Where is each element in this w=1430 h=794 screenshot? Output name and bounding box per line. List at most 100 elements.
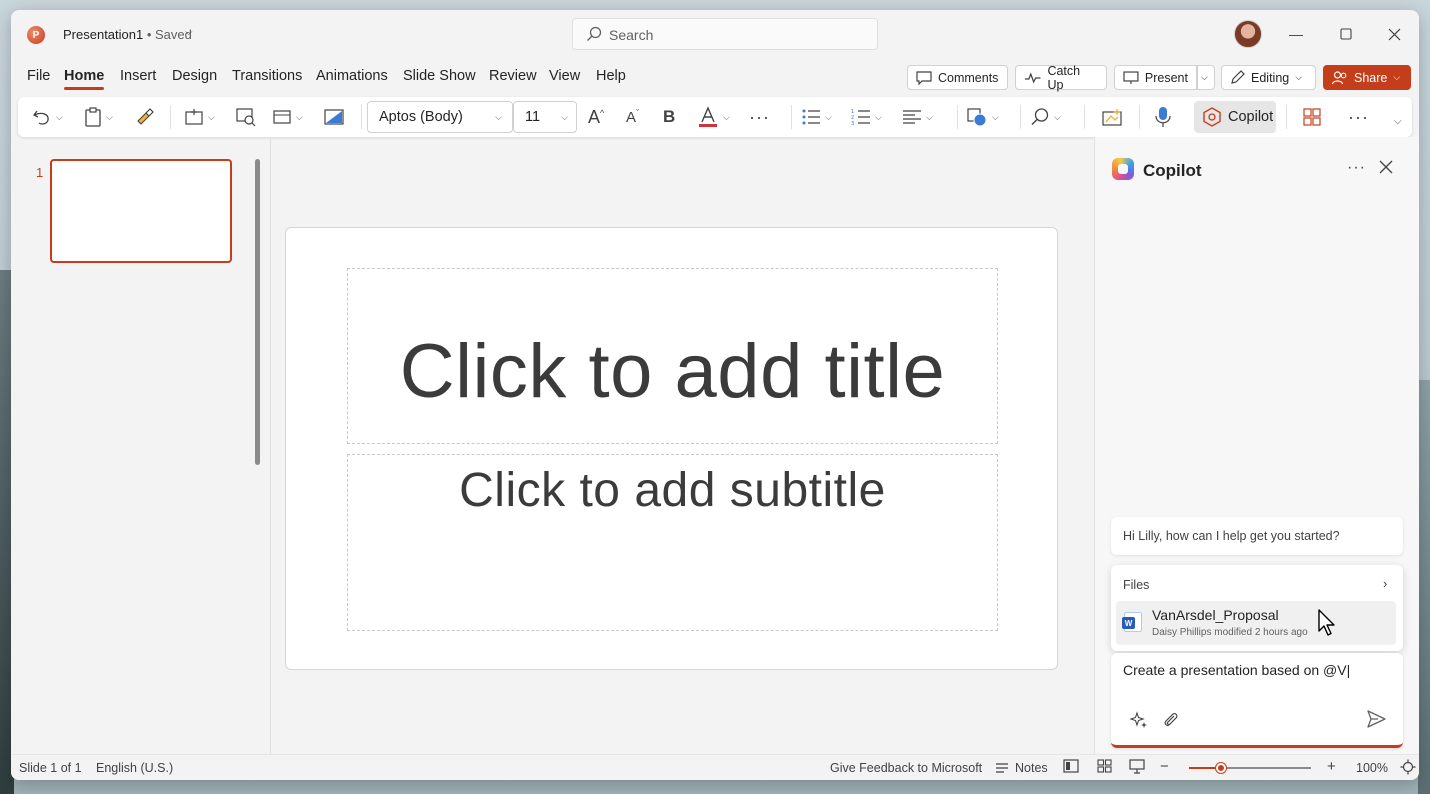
zoom-level[interactable]: 100% bbox=[1356, 761, 1388, 775]
notes-button[interactable]: Notes bbox=[995, 761, 1048, 775]
zoom-slider-thumb[interactable] bbox=[1216, 763, 1226, 773]
catch-up-label: Catch Up bbox=[1047, 63, 1081, 92]
title-placeholder-text: Click to add title bbox=[399, 328, 946, 414]
chevron-down-icon: ⌵ bbox=[296, 111, 303, 122]
editing-mode-button[interactable]: Editing ⌵ bbox=[1221, 65, 1316, 90]
background-button[interactable] bbox=[323, 105, 345, 129]
shapes-icon bbox=[967, 108, 987, 127]
editing-label: Editing bbox=[1251, 70, 1290, 85]
collapse-ribbon-button[interactable]: ⌵ bbox=[1394, 109, 1402, 133]
undo-button[interactable]: ⌵ bbox=[32, 105, 63, 129]
align-button[interactable]: ⌵ bbox=[902, 105, 933, 129]
catch-up-button[interactable]: Catch Up bbox=[1015, 63, 1107, 92]
tab-file[interactable]: File bbox=[27, 68, 50, 84]
tab-help[interactable]: Help bbox=[596, 68, 626, 84]
dictate-button[interactable] bbox=[1155, 105, 1171, 129]
copilot-prompt-text: Create a presentation based on @V bbox=[1123, 662, 1350, 678]
shapes-button[interactable]: ⌵ bbox=[966, 105, 999, 129]
tab-animations[interactable]: Animations bbox=[316, 68, 388, 84]
send-button[interactable] bbox=[1366, 710, 1386, 733]
tab-transitions[interactable]: Transitions bbox=[232, 68, 302, 84]
pane-divider bbox=[270, 137, 271, 754]
font-size-select[interactable]: 11 ⌵ bbox=[513, 101, 577, 133]
minimize-button[interactable]: — bbox=[1284, 22, 1308, 46]
chevron-down-icon[interactable]: ⌵ bbox=[185, 27, 193, 38]
clipboard-icon bbox=[85, 107, 101, 127]
share-label: Share bbox=[1354, 70, 1388, 85]
increase-font-size-button[interactable]: A^ bbox=[588, 105, 604, 129]
align-left-icon bbox=[903, 110, 921, 124]
reading-view-button[interactable] bbox=[1129, 759, 1145, 777]
close-window-button[interactable] bbox=[1382, 22, 1406, 46]
maximize-button[interactable] bbox=[1334, 22, 1358, 46]
copilot-header: Copilot ··· bbox=[1095, 137, 1419, 197]
sparkle-icon bbox=[1129, 711, 1147, 728]
attach-button[interactable] bbox=[1163, 711, 1179, 734]
more-commands-button[interactable]: ··· bbox=[1348, 105, 1369, 129]
pencil-icon bbox=[1231, 70, 1245, 84]
font-size-value: 11 bbox=[525, 109, 541, 125]
microphone-icon bbox=[1155, 107, 1171, 127]
bold-button[interactable]: B bbox=[663, 105, 675, 129]
numbering-button[interactable]: 123 ⌵ bbox=[851, 105, 882, 129]
tab-design[interactable]: Design bbox=[172, 68, 217, 84]
search-input[interactable]: Search bbox=[572, 18, 878, 50]
files-section-label: Files bbox=[1123, 578, 1150, 592]
file-suggestion-item[interactable]: VanArsdel_Proposal Daisy Phillips modifi… bbox=[1116, 601, 1396, 645]
tab-review[interactable]: Review bbox=[489, 68, 537, 84]
chevron-right-icon[interactable]: › bbox=[1383, 576, 1387, 591]
slide-sorter-icon bbox=[1097, 759, 1112, 773]
new-slide-button[interactable]: ⌵ bbox=[184, 105, 215, 129]
paste-button[interactable]: ⌵ bbox=[84, 105, 113, 129]
shrink-font-icon: Aˇ bbox=[626, 108, 640, 126]
copilot-prompt-input[interactable]: Create a presentation based on @V bbox=[1111, 653, 1403, 748]
slide-thumbnail[interactable] bbox=[50, 159, 232, 263]
thumbnails-scrollbar[interactable] bbox=[255, 159, 260, 465]
feedback-link[interactable]: Give Feedback to Microsoft bbox=[830, 761, 982, 775]
copilot-close-button[interactable] bbox=[1379, 158, 1393, 179]
find-button[interactable]: ⌵ bbox=[1030, 105, 1061, 129]
layout-button[interactable]: ⌵ bbox=[272, 105, 303, 129]
fit-window-icon bbox=[1400, 759, 1416, 775]
tab-insert[interactable]: Insert bbox=[120, 68, 156, 84]
normal-view-button[interactable] bbox=[1063, 759, 1079, 776]
font-color-button[interactable]: ⌵ bbox=[697, 105, 730, 129]
language-indicator[interactable]: English (U.S.) bbox=[96, 761, 173, 775]
avatar[interactable] bbox=[1234, 20, 1262, 48]
format-painter-button[interactable] bbox=[135, 105, 155, 129]
present-button[interactable]: Present bbox=[1114, 65, 1197, 90]
share-button[interactable]: Share ⌵ bbox=[1323, 65, 1411, 90]
fit-to-window-button[interactable] bbox=[1400, 759, 1416, 778]
copilot-more-button[interactable]: ··· bbox=[1347, 159, 1366, 177]
prompt-guide-button[interactable] bbox=[1129, 711, 1148, 734]
copilot-ribbon-button[interactable]: Copilot bbox=[1194, 101, 1276, 133]
font-name-select[interactable]: Aptos (Body) ⌵ bbox=[367, 101, 513, 133]
decrease-font-size-button[interactable]: Aˇ bbox=[626, 105, 639, 129]
layout-icon bbox=[273, 110, 291, 124]
copilot-ribbon-label: Copilot bbox=[1228, 109, 1274, 125]
tab-view[interactable]: View bbox=[549, 68, 580, 84]
document-title[interactable]: Presentation1 • Saved bbox=[63, 27, 192, 42]
subtitle-placeholder-text: Click to add subtitle bbox=[459, 464, 886, 517]
slide-sorter-button[interactable] bbox=[1097, 759, 1112, 776]
zoom-in-button[interactable]: + bbox=[1327, 758, 1336, 775]
subtitle-placeholder[interactable]: Click to add subtitle bbox=[347, 454, 998, 631]
pulse-icon bbox=[1024, 71, 1041, 83]
present-dropdown[interactable]: ⌵ bbox=[1197, 65, 1215, 90]
more-font-options-button[interactable]: ··· bbox=[749, 105, 770, 129]
powerpoint-logo-icon: P bbox=[27, 26, 45, 44]
title-placeholder[interactable]: Click to add title bbox=[347, 268, 998, 444]
reuse-slides-button[interactable] bbox=[235, 105, 257, 129]
tab-home[interactable]: Home bbox=[64, 68, 105, 90]
tab-slide-show[interactable]: Slide Show bbox=[403, 68, 476, 84]
zoom-out-button[interactable]: − bbox=[1160, 758, 1169, 775]
mouse-cursor-icon bbox=[1318, 609, 1335, 636]
comments-button[interactable]: Comments bbox=[907, 65, 1008, 90]
zoom-slider[interactable] bbox=[1189, 763, 1311, 773]
bullets-button[interactable]: ⌵ bbox=[801, 105, 832, 129]
chevron-down-icon: ⌵ bbox=[875, 111, 882, 122]
designer-button[interactable] bbox=[1101, 105, 1123, 129]
add-ins-button[interactable] bbox=[1302, 105, 1322, 129]
undo-icon bbox=[33, 110, 49, 125]
chevron-down-icon: ⌵ bbox=[56, 111, 63, 122]
